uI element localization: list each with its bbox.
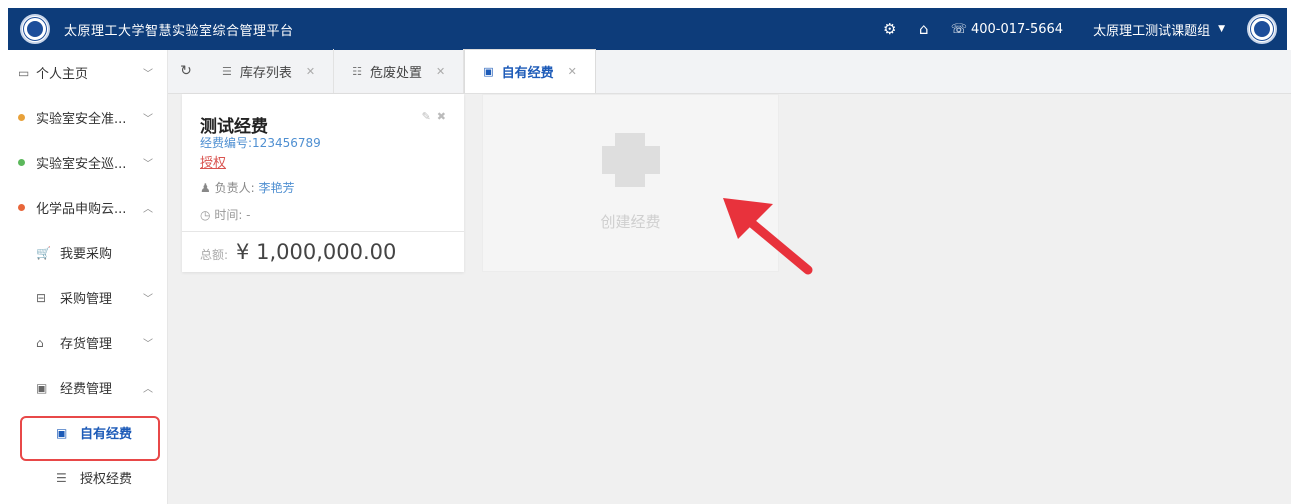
list-icon: ☷ — [352, 64, 362, 78]
tab-inventory-list[interactable]: ☰ 库存列表 ✕ — [204, 49, 335, 93]
sidebar-item-label: 采购管理 — [60, 292, 113, 307]
sidebar: ▭ 个人主页 ﹀ 实验室安全准... ﹀ 实验室安全巡... ﹀ 化学品申购云.… — [0, 50, 168, 504]
sidebar-item-home[interactable]: ▭ 个人主页 ﹀ — [0, 50, 167, 95]
chevron-down-icon: ﹀ — [143, 339, 153, 350]
phone-contact: ☏ 400-017-5664 — [951, 22, 1063, 37]
phone-icon: ☏ — [950, 21, 967, 37]
status-dot — [18, 159, 25, 166]
tab-own-funds[interactable]: ▣ 自有经费 ✕ — [464, 49, 596, 93]
status-dot — [18, 204, 25, 211]
sidebar-item-inventory-management[interactable]: ⌂ 存货管理 ﹀ — [0, 320, 167, 365]
app-title: 太原理工大学智慧实验室综合管理平台 — [64, 23, 294, 39]
monitor-icon: ▭ — [18, 65, 30, 80]
chevron-down-icon: ﹀ — [143, 69, 153, 80]
wallet-icon: ▣ — [483, 65, 494, 78]
sidebar-item-label: 经费管理 — [60, 382, 113, 397]
avatar[interactable] — [1247, 14, 1277, 44]
sidebar-item-authorized-funds[interactable]: ☰ 授权经费 — [0, 455, 167, 500]
tab-hazardous-waste[interactable]: ☷ 危废处置 ✕ — [334, 49, 465, 93]
user-group-menu[interactable]: 太原理工测试课题组 ▼ — [1093, 20, 1225, 39]
close-icon[interactable]: ✕ — [436, 65, 445, 78]
store-icon: ⊟ — [36, 290, 47, 305]
user-group-name: 太原理工测试课题组 — [1093, 23, 1211, 39]
chevron-down-icon: ﹀ — [143, 294, 153, 305]
list-arrow-icon: ☰ — [56, 470, 67, 485]
sidebar-item-label: 个人主页 — [36, 67, 89, 82]
university-logo — [20, 14, 50, 44]
chevron-down-icon: ﹀ — [143, 114, 153, 125]
sidebar-item-lab-safety-access[interactable]: 实验室安全准... ﹀ — [0, 95, 167, 140]
sidebar-item-label: 存货管理 — [60, 337, 113, 352]
refresh-icon[interactable]: ↻ — [168, 49, 204, 93]
sidebar-item-label: 化学品申购云... — [36, 202, 127, 217]
sidebar-item-purchase-management[interactable]: ⊟ 采购管理 ﹀ — [0, 275, 167, 320]
chevron-down-icon: ﹀ — [143, 159, 153, 170]
main-content: 测试经费 ✎ ✖ 经费编号:123456789 授权 ♟ 负责人: 李艳芳 ◷ … — [168, 94, 1291, 504]
sidebar-item-label: 自有经费 — [80, 427, 133, 442]
tab-label: 库存列表 — [239, 65, 292, 81]
top-bar: 太原理工大学智慧实验室综合管理平台 ⚙ ⌂ ☏ 400-017-5664 太原理… — [8, 8, 1287, 50]
caret-down-icon: ▼ — [1218, 24, 1225, 34]
tab-label: 危废处置 — [369, 65, 422, 81]
close-icon[interactable]: ✕ — [568, 65, 577, 78]
sidebar-item-label: 实验室安全巡... — [36, 157, 127, 172]
tab-label: 自有经费 — [501, 66, 554, 81]
settings-icon[interactable]: ⚙ — [873, 20, 907, 38]
sidebar-item-fund-management[interactable]: ▣ 经费管理 ︿ — [0, 365, 167, 410]
warehouse-icon: ⌂ — [36, 335, 44, 350]
sidebar-item-label: 实验室安全准... — [36, 112, 127, 127]
home-icon[interactable]: ⌂ — [907, 20, 941, 38]
pointer-arrow-annotation — [723, 198, 813, 275]
phone-number: 400-017-5664 — [970, 21, 1064, 37]
sidebar-item-label: 授权经费 — [80, 472, 133, 487]
list-icon: ☰ — [222, 64, 232, 78]
wallet-icon: ▣ — [36, 380, 48, 395]
chevron-up-icon: ︿ — [143, 204, 153, 215]
chevron-up-icon: ︿ — [143, 384, 153, 395]
top-right-toolbar: ⚙ ⌂ ☏ 400-017-5664 太原理工测试课题组 ▼ — [873, 8, 1287, 50]
close-icon[interactable]: ✕ — [306, 65, 315, 78]
sidebar-item-purchase[interactable]: 🛒 我要采购 — [0, 230, 167, 275]
sidebar-item-own-funds[interactable]: ▣ 自有经费 — [0, 410, 167, 455]
wallet-icon: ▣ — [56, 425, 68, 440]
cart-icon: 🛒 — [36, 245, 51, 260]
sidebar-item-lab-safety-patrol[interactable]: 实验室安全巡... ﹀ — [0, 140, 167, 185]
sidebar-item-label: 我要采购 — [60, 247, 113, 262]
status-dot — [18, 114, 25, 121]
sidebar-item-chemical-purchase[interactable]: 化学品申购云... ︿ — [0, 185, 167, 230]
tab-bar: ↻ ☰ 库存列表 ✕ ☷ 危废处置 ✕ ▣ 自有经费 ✕ — [168, 49, 1291, 94]
